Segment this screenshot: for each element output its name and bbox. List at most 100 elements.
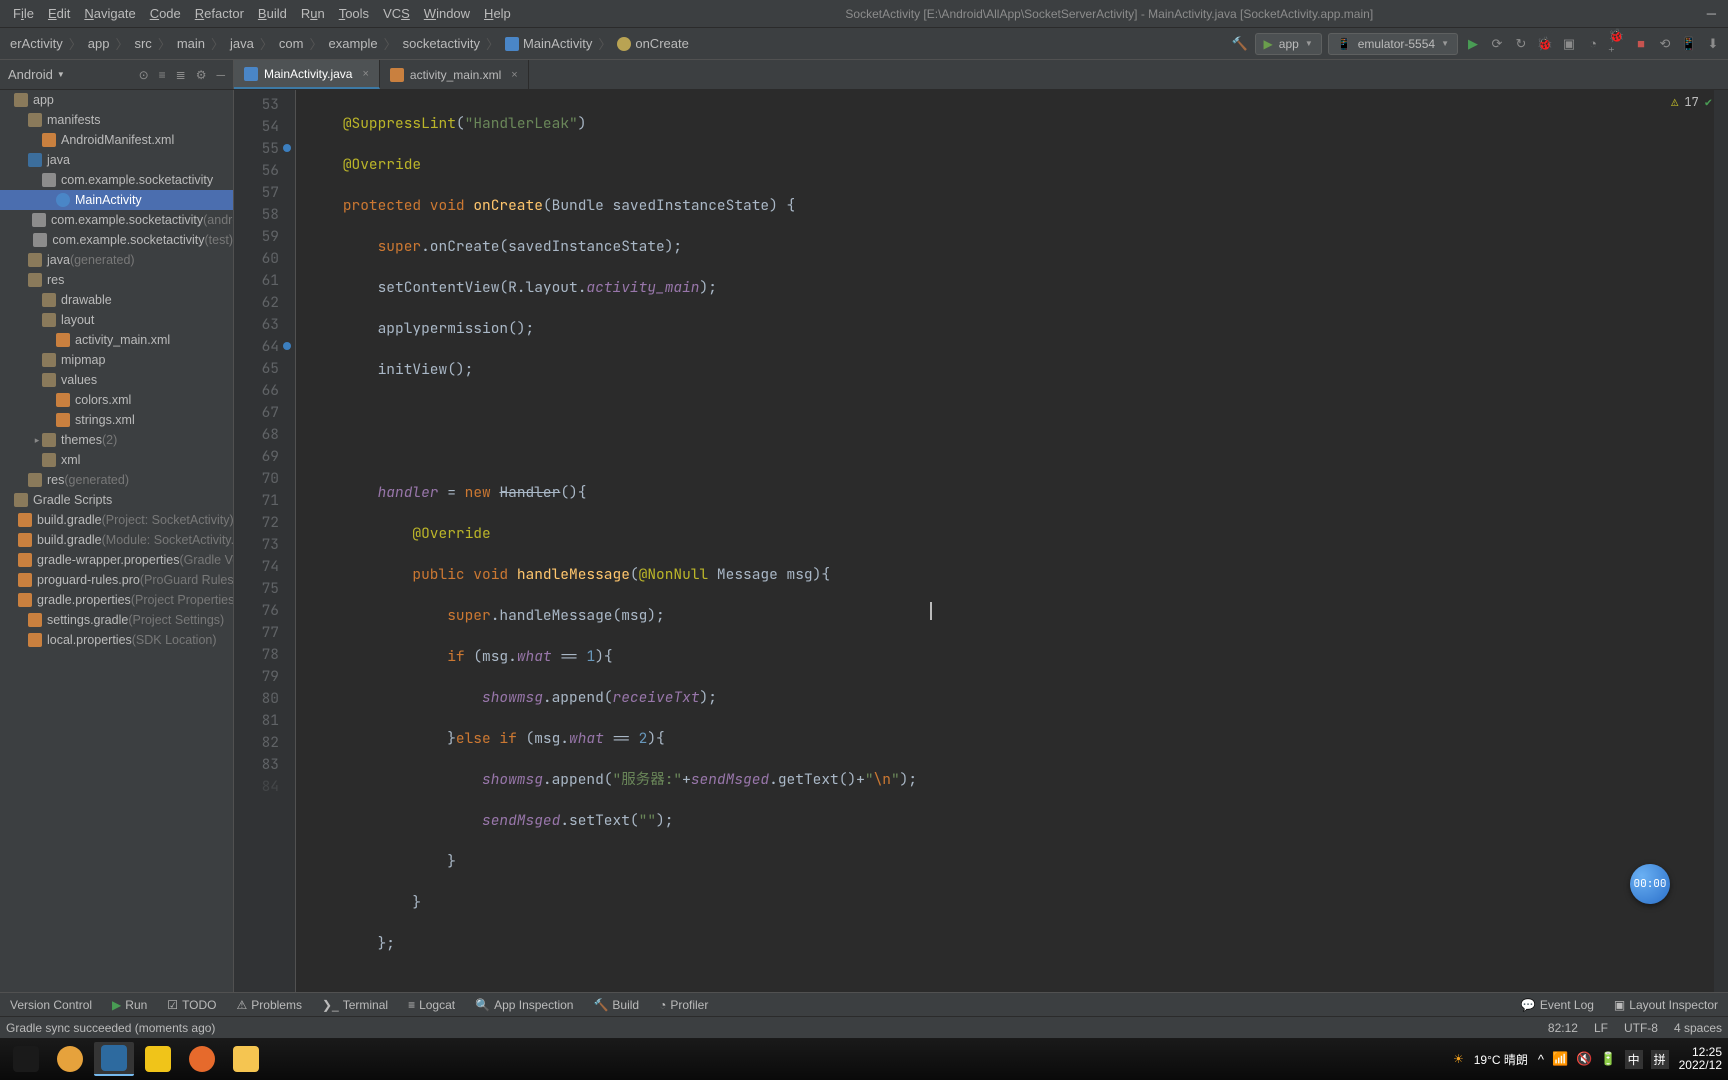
task-app-2[interactable] [94,1042,134,1076]
task-app-1[interactable] [50,1042,90,1076]
crumb-com[interactable]: com [275,34,308,53]
tree-item[interactable]: app [0,90,233,110]
tray-chevron-icon[interactable]: ^ [1538,1052,1544,1067]
attach-debugger-icon[interactable]: 🐞⁺ [1608,35,1626,53]
tree-item[interactable]: gradle.properties (Project Properties) [0,590,233,610]
menu-refactor[interactable]: Refactor [188,6,251,21]
tree-item[interactable]: build.gradle (Module: SocketActivity.app… [0,530,233,550]
tree-item[interactable]: layout [0,310,233,330]
tree-item[interactable]: ▸themes (2) [0,430,233,450]
menu-tools[interactable]: Tools [332,6,376,21]
tray-volume-icon[interactable]: 🔇 [1576,1051,1592,1067]
hide-icon[interactable]: ─ [216,68,225,82]
tree-item[interactable]: local.properties (SDK Location) [0,630,233,650]
profile-icon[interactable]: ◔ [1584,35,1602,53]
tree-item[interactable]: xml [0,450,233,470]
menu-help[interactable]: Help [477,6,518,21]
close-icon[interactable]: × [362,68,368,80]
tree-item[interactable]: colors.xml [0,390,233,410]
crumb-app[interactable]: app [84,34,114,53]
os-taskbar[interactable]: ☀ 19°C 晴朗 ^ 📶 🔇 🔋 中 拼 12:25 2022/12 [0,1038,1728,1080]
crumb-java[interactable]: java [226,34,258,53]
tree-item[interactable]: AndroidManifest.xml [0,130,233,150]
line-separator[interactable]: LF [1594,1021,1608,1035]
expand-icon[interactable]: ≡ [159,68,166,82]
indent-setting[interactable]: 4 spaces [1674,1021,1722,1035]
menu-navigate[interactable]: Navigate [77,6,142,21]
avd-manager-icon[interactable]: 📱 [1680,35,1698,53]
warning-count[interactable]: 17 [1684,94,1698,110]
collapse-icon[interactable]: ≣ [176,68,186,82]
btm-problems[interactable]: ⚠Problems [227,998,312,1012]
check-icon[interactable]: ✔ [1705,94,1712,110]
stop-icon[interactable]: ■ [1632,35,1650,53]
tree-item[interactable]: java (generated) [0,250,233,270]
tree-item[interactable]: proguard-rules.pro (ProGuard Rules for S… [0,570,233,590]
crumb-method[interactable]: onCreate [613,34,692,53]
device-combo[interactable]: 📱emulator-5554▼ [1328,33,1458,55]
hammer-icon[interactable]: 🔨 [1231,35,1249,53]
code-area[interactable]: @SuppressLint("HandlerLeak") @Override p… [296,90,1714,992]
warning-icon[interactable]: ⚠ [1671,94,1678,110]
apply-code-icon[interactable]: ↻ [1512,35,1530,53]
gear-icon[interactable]: ⚙ [196,68,207,82]
tree-item[interactable]: res (generated) [0,470,233,490]
tab-activity-main-xml[interactable]: activity_main.xml × [380,60,529,89]
run-icon[interactable]: ▶ [1464,35,1482,53]
task-app-3[interactable] [138,1042,178,1076]
crumb-main[interactable]: main [173,34,209,53]
menu-code[interactable]: Code [143,6,188,21]
floating-bubble[interactable]: 00:00 [1630,864,1670,904]
tree-item[interactable]: manifests [0,110,233,130]
menu-window[interactable]: Window [417,6,477,21]
debug-icon[interactable]: 🐞 [1536,35,1554,53]
tree-item[interactable]: values [0,370,233,390]
task-app-5[interactable] [226,1042,266,1076]
btm-layout-inspector[interactable]: ▣Layout Inspector [1604,998,1728,1012]
crumb-module[interactable]: erActivity [6,34,67,53]
tree-item[interactable]: activity_main.xml [0,330,233,350]
task-app-4[interactable] [182,1042,222,1076]
weather-text[interactable]: 19°C 晴朗 [1474,1051,1528,1068]
minimize-icon[interactable]: ─ [1707,6,1716,21]
tree-item[interactable]: mipmap [0,350,233,370]
tree-item[interactable]: MainActivity [0,190,233,210]
caret-position[interactable]: 82:12 [1548,1021,1578,1035]
tree-item[interactable]: com.example.socketactivity (test) [0,230,233,250]
project-view-selector[interactable]: Android▼ [8,67,129,82]
crumb-src[interactable]: src [130,34,155,53]
tree-item[interactable]: com.example.socketactivity (androidTest) [0,210,233,230]
tree-item[interactable]: com.example.socketactivity [0,170,233,190]
tree-item[interactable]: strings.xml [0,410,233,430]
menu-file[interactable]: File [6,6,41,21]
btm-event-log[interactable]: 💬Event Log [1511,998,1604,1012]
tree-item[interactable]: drawable [0,290,233,310]
tree-item[interactable]: java [0,150,233,170]
inspection-strip[interactable] [1714,90,1728,992]
tree-item[interactable]: build.gradle (Project: SocketActivity) [0,510,233,530]
apply-changes-icon[interactable]: ⟳ [1488,35,1506,53]
menu-run[interactable]: Run [294,6,332,21]
menu-vcs[interactable]: VCS [376,6,417,21]
tree-item[interactable]: res [0,270,233,290]
tree-item[interactable]: settings.gradle (Project Settings) [0,610,233,630]
coverage-icon[interactable]: ▣ [1560,35,1578,53]
btm-app-inspection[interactable]: 🔍App Inspection [465,998,583,1012]
select-opened-icon[interactable]: ⊙ [139,68,149,82]
sync-icon[interactable]: ⟲ [1656,35,1674,53]
weather-icon[interactable]: ☀ [1453,1052,1464,1066]
project-tree[interactable]: appmanifestsAndroidManifest.xmljavacom.e… [0,90,234,992]
tree-item[interactable]: Gradle Scripts [0,490,233,510]
btm-profiler[interactable]: ◔Profiler [649,998,718,1012]
ime-indicator[interactable]: 中 [1625,1050,1643,1069]
gutter[interactable]: 53 54 55 56 57 58 59 60 61 62 63 64 65 6… [234,90,296,992]
file-encoding[interactable]: UTF-8 [1624,1021,1658,1035]
tray-battery-icon[interactable]: 🔋 [1600,1051,1616,1067]
btm-version-control[interactable]: Version Control [0,998,102,1012]
menu-build[interactable]: Build [251,6,294,21]
tray-wifi-icon[interactable]: 📶 [1552,1051,1568,1067]
run-config-combo[interactable]: ▶app▼ [1255,33,1322,55]
menu-edit[interactable]: Edit [41,6,77,21]
btm-logcat[interactable]: ≡Logcat [398,998,465,1012]
clock[interactable]: 12:25 2022/12 [1679,1046,1722,1072]
